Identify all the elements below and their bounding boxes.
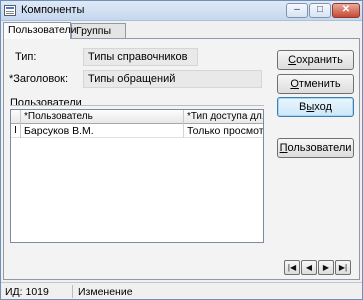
row-indicator: I <box>11 124 21 138</box>
cell-access[interactable]: Только просмотр <box>184 124 263 138</box>
tab-users[interactable]: Пользователи <box>3 22 77 39</box>
grid-header: *Пользователь *Тип доступа дл... <box>11 110 263 124</box>
save-button-mnemonic: С <box>288 54 297 66</box>
exit-button-label: ход <box>314 101 332 113</box>
header-field[interactable]: Типы обращений <box>83 70 262 88</box>
grid-indicator-header <box>11 110 21 124</box>
column-header-user[interactable]: *Пользователь <box>21 110 184 124</box>
window-title: Компоненты <box>21 4 85 16</box>
app-icon <box>4 5 16 16</box>
users-button[interactable]: Пользователи <box>277 138 354 158</box>
cancel-button-mnemonic: О <box>290 78 299 90</box>
users-group-divider <box>10 105 264 106</box>
components-window: Компоненты – □ ✕ Пользователи Группы Тип… <box>0 0 363 300</box>
save-button[interactable]: Сохранить <box>277 50 354 70</box>
header-label: *Заголовок: <box>9 73 69 85</box>
users-tab-panel: Тип: Типы справочников *Заголовок: Типы … <box>3 38 360 280</box>
status-divider <box>72 285 73 298</box>
cancel-button-label: тменить <box>298 78 341 90</box>
type-label: Тип: <box>15 51 37 63</box>
minimize-button[interactable]: – <box>286 3 308 18</box>
status-record-id: ИД: 1019 <box>5 286 49 298</box>
prev-record-button[interactable]: ◀ <box>301 260 317 275</box>
users-button-mnemonic: П <box>279 142 288 154</box>
next-record-button[interactable]: ▶ <box>318 260 334 275</box>
users-button-label: ользователи <box>287 142 352 154</box>
title-bar[interactable]: Компоненты – □ ✕ <box>1 1 362 21</box>
users-group-caption: Пользователи <box>10 97 82 109</box>
status-mode: Изменение <box>78 286 133 298</box>
tab-groups[interactable]: Группы <box>71 23 126 38</box>
type-field[interactable]: Типы справочников <box>83 48 198 66</box>
cell-user[interactable]: Барсуков В.М. <box>21 124 184 138</box>
status-bar: ИД: 1019 Изменение <box>1 282 362 299</box>
table-row[interactable]: I Барсуков В.М. Только просмотр <box>11 124 263 138</box>
users-grid[interactable]: *Пользователь *Тип доступа дл... I Барсу… <box>10 109 264 243</box>
column-header-access[interactable]: *Тип доступа дл... <box>184 110 263 124</box>
cancel-button[interactable]: Отменить <box>277 74 354 94</box>
last-record-button[interactable]: ▶| <box>335 260 351 275</box>
maximize-button[interactable]: □ <box>309 3 331 18</box>
first-record-button[interactable]: |◀ <box>284 260 300 275</box>
exit-button[interactable]: Выход <box>277 97 354 117</box>
save-button-label: охранить <box>296 54 343 66</box>
close-button[interactable]: ✕ <box>332 3 360 18</box>
